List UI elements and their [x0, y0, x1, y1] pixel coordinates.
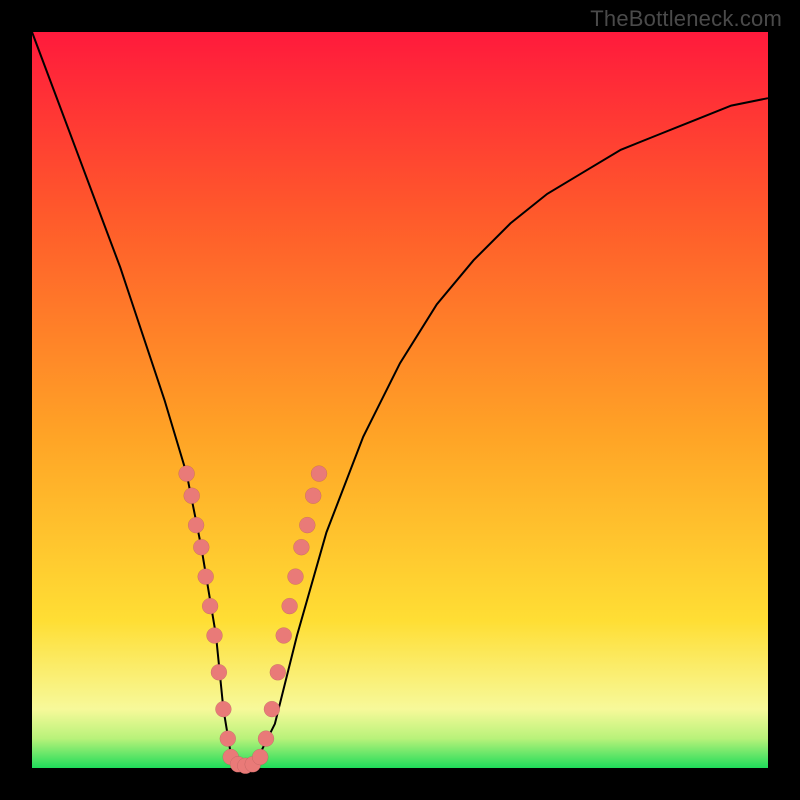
bead-marker — [193, 539, 209, 555]
bead-marker — [211, 664, 227, 680]
bead-marker — [270, 664, 286, 680]
bead-marker — [202, 598, 218, 614]
watermark-text: TheBottleneck.com — [590, 6, 782, 32]
bead-marker — [311, 466, 327, 482]
bead-group — [179, 466, 327, 774]
bead-marker — [276, 628, 292, 644]
bead-marker — [288, 569, 304, 585]
plot-area — [32, 32, 768, 768]
bead-marker — [282, 598, 298, 614]
bead-marker — [299, 517, 315, 533]
chart-frame: TheBottleneck.com — [0, 0, 800, 800]
bead-marker — [252, 749, 268, 765]
bead-marker — [207, 628, 223, 644]
bead-marker — [220, 731, 236, 747]
bead-marker — [198, 569, 214, 585]
curve-layer — [32, 32, 768, 768]
bead-marker — [215, 701, 231, 717]
bead-marker — [264, 701, 280, 717]
bead-marker — [188, 517, 204, 533]
bead-marker — [179, 466, 195, 482]
bead-marker — [305, 488, 321, 504]
bead-marker — [258, 731, 274, 747]
bottleneck-curve — [32, 32, 768, 768]
bead-marker — [293, 539, 309, 555]
bead-marker — [184, 488, 200, 504]
